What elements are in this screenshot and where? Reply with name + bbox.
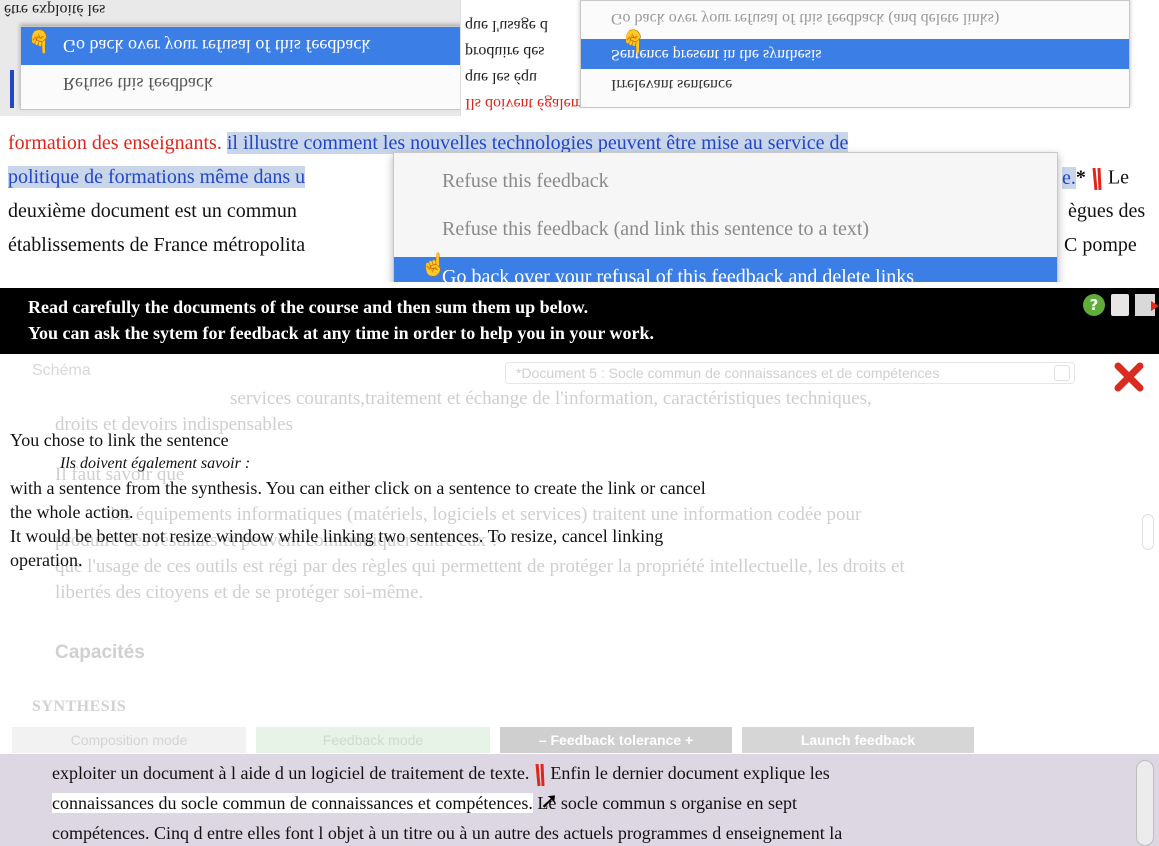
main-window: Read carefully the documents of the cour… [0,288,1159,846]
synthesis-sentence-hovered[interactable]: connaissances du socle commun de connais… [52,793,533,813]
feedback-mode-button[interactable]: Feedback mode [256,727,490,753]
text-context-menu-panel: formation des enseignants. il illustre c… [0,122,1159,282]
flipped-text-fragment: Ils doivent également savoir : que les é… [460,0,584,116]
menu-item-refuse-feedback[interactable]: Refuse this feedback [394,161,1057,201]
document-scrollbar[interactable] [1142,514,1154,550]
blue-sentence[interactable]: il illustre comment les nouvelles techno… [226,132,849,154]
flipped-line: produire des [465,43,545,60]
dialog-line: with a sentence from the synthesis. You … [10,478,706,498]
star-mark: * [1075,166,1086,189]
menu-item-go-back-delete-links[interactable]: Go back over your refusal of this feedba… [581,3,1129,33]
instructions-header: Read carefully the documents of the cour… [0,288,1159,354]
link-sentence-dialog: You chose to link the sentence Ils doive… [10,428,910,572]
flipped-line: que l'usage d [465,17,548,34]
synthesis-sentence[interactable]: Enfin le dernier document explique les [550,763,829,783]
red-link-marker-icon[interactable] [534,762,546,788]
blue-sentence-end[interactable]: e. [1062,166,1076,189]
document-select[interactable]: *Document 5 : Socle commun de connaissan… [505,362,1075,384]
text-line-4-end: C pompe [1064,234,1137,256]
text-line-3-end: ègues des [1068,200,1146,222]
synthesis-line-3[interactable]: compétences. Cinq d entre elles font l o… [52,818,842,846]
menu-item-refuse-feedback[interactable]: Refuse this feedback [21,65,461,103]
capacites-heading: Capacités [55,642,145,663]
hand-cursor-icon: ☝ [620,29,648,54]
feedback-context-menu: Refuse this feedback Refuse this feedbac… [393,152,1058,282]
feedback-tolerance-control[interactable]: – Feedback tolerance + [500,727,732,753]
instructions-line-2: You can ask the sytem for feedback at an… [28,323,655,343]
flipped-context-menu-b: Irrelevant sentence Sentence present in … [580,0,1130,108]
synthesis-scrollbar[interactable] [1136,760,1154,846]
hand-cursor-icon: ☝ [26,29,54,54]
dialog-line: the whole action. [10,502,134,522]
launch-feedback-button[interactable]: Launch feedback [742,727,974,753]
text-line-4: établissements de France métropolita [8,234,306,256]
help-icon[interactable]: ? [1083,294,1105,316]
composition-mode-button[interactable]: Composition mode [12,727,246,753]
section-label: Schéma [32,362,91,379]
flipped-menu-panel: être exploité les Refuse this feedback G… [0,0,1159,116]
dialog-line: It would be better not resize window whi… [10,526,664,546]
dialog-line: operation. [10,550,83,570]
document-select-value: *Document 5 : Socle commun de connaissan… [516,365,940,381]
dialog-quoted-sentence: Ils doivent également savoir : [60,455,251,472]
flipped-background-text: être exploité les [4,1,106,18]
flipped-context-menu-a: Refuse this feedback Go back over your r… [20,26,462,110]
synthesis-toolbar: Composition mode Feedback mode – Feedbac… [0,724,1159,754]
red-link-marker-icon[interactable] [1091,166,1103,192]
hand-cursor-icon: ☝ [420,252,448,277]
flipped-ruler [0,60,20,116]
synthesis-line-1: exploiter un document à l aide d un logi… [52,758,830,788]
text-line-3: deuxième document est un commun [8,200,297,222]
close-icon[interactable] [1112,360,1146,394]
book-icon[interactable] [1111,294,1129,316]
menu-item-go-back-delete-links[interactable]: Go back over your refusal of this feedba… [394,257,1057,282]
red-sentence: formation des enseignants. [8,132,222,154]
synthesis-line-2: connaissances du socle commun de connais… [52,788,797,818]
text-line-2: politique de formations même dans u [8,160,306,194]
flipped-line: que les équ [465,69,537,86]
pointer-cursor-icon: ➚ [540,788,559,813]
instructions-line-1: Read carefully the documents of the cour… [28,297,589,317]
text-line-2-end: e.* Le [1062,166,1129,192]
menu-item-go-back-refusal[interactable]: Go back over your refusal of this feedba… [21,27,461,65]
text-fragment: Le [1107,166,1129,189]
synthesis-title: SYNTHESIS [32,698,127,715]
synthesis-sentence[interactable]: Le socle commun s organise en sept [537,793,797,813]
menu-item-sentence-present[interactable]: Sentence present in the synthesis [581,39,1129,69]
document-area: Schéma *Document 5 : Socle commun de con… [0,354,1159,702]
synthesis-editor[interactable]: exploiter un document à l aide d un logi… [0,754,1159,846]
select-arrows-icon [1054,365,1070,381]
faded-doc-line: libertés des citoyens et de se protéger … [55,582,424,603]
blue-sentence-continued[interactable]: politique de formations même dans u [8,166,306,188]
faded-doc-line: services courants,traitement et échange … [230,388,872,409]
header-icons: ? [1083,294,1159,316]
menu-item-irrelevant-sentence[interactable]: Irrelevant sentence [581,69,1129,99]
dialog-line: You chose to link the sentence [10,430,229,450]
synthesis-sentence[interactable]: exploiter un document à l aide d un logi… [52,763,529,783]
menu-item-refuse-and-link[interactable]: Refuse this feedback (and link this sent… [394,209,1057,249]
exit-icon[interactable] [1135,294,1159,316]
flipped-line: Ils doivent également savoir : [465,95,584,112]
